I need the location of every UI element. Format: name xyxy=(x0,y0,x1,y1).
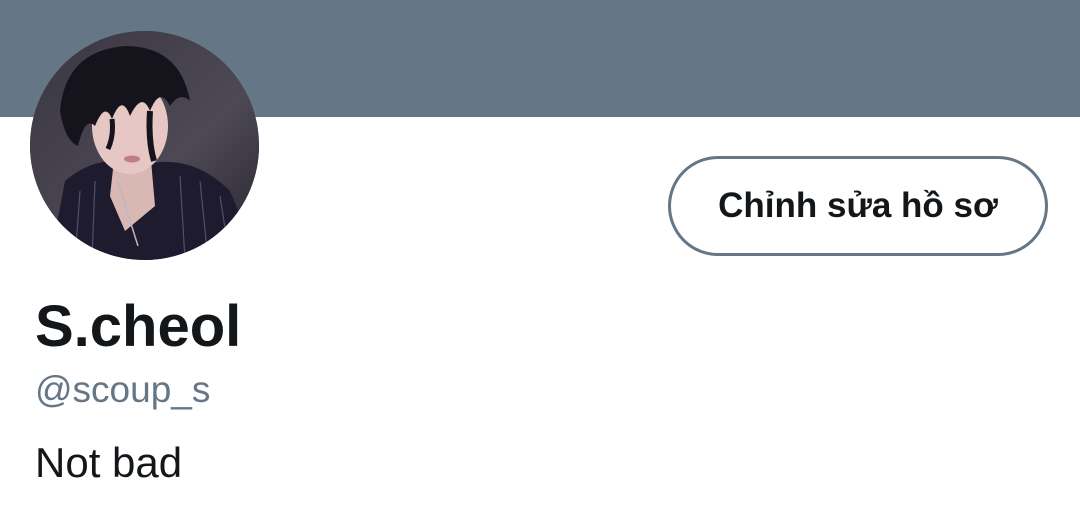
profile-page: Chỉnh sửa hồ sơ S.cheol @scoup_s Not bad xyxy=(0,0,1080,531)
profile-bio: Not bad xyxy=(35,439,183,486)
avatar-photo xyxy=(30,31,259,260)
user-handle: @scoup_s xyxy=(35,369,211,410)
display-name: S.cheol xyxy=(35,294,242,359)
avatar[interactable] xyxy=(30,31,259,260)
edit-profile-button[interactable]: Chỉnh sửa hồ sơ xyxy=(668,156,1048,256)
